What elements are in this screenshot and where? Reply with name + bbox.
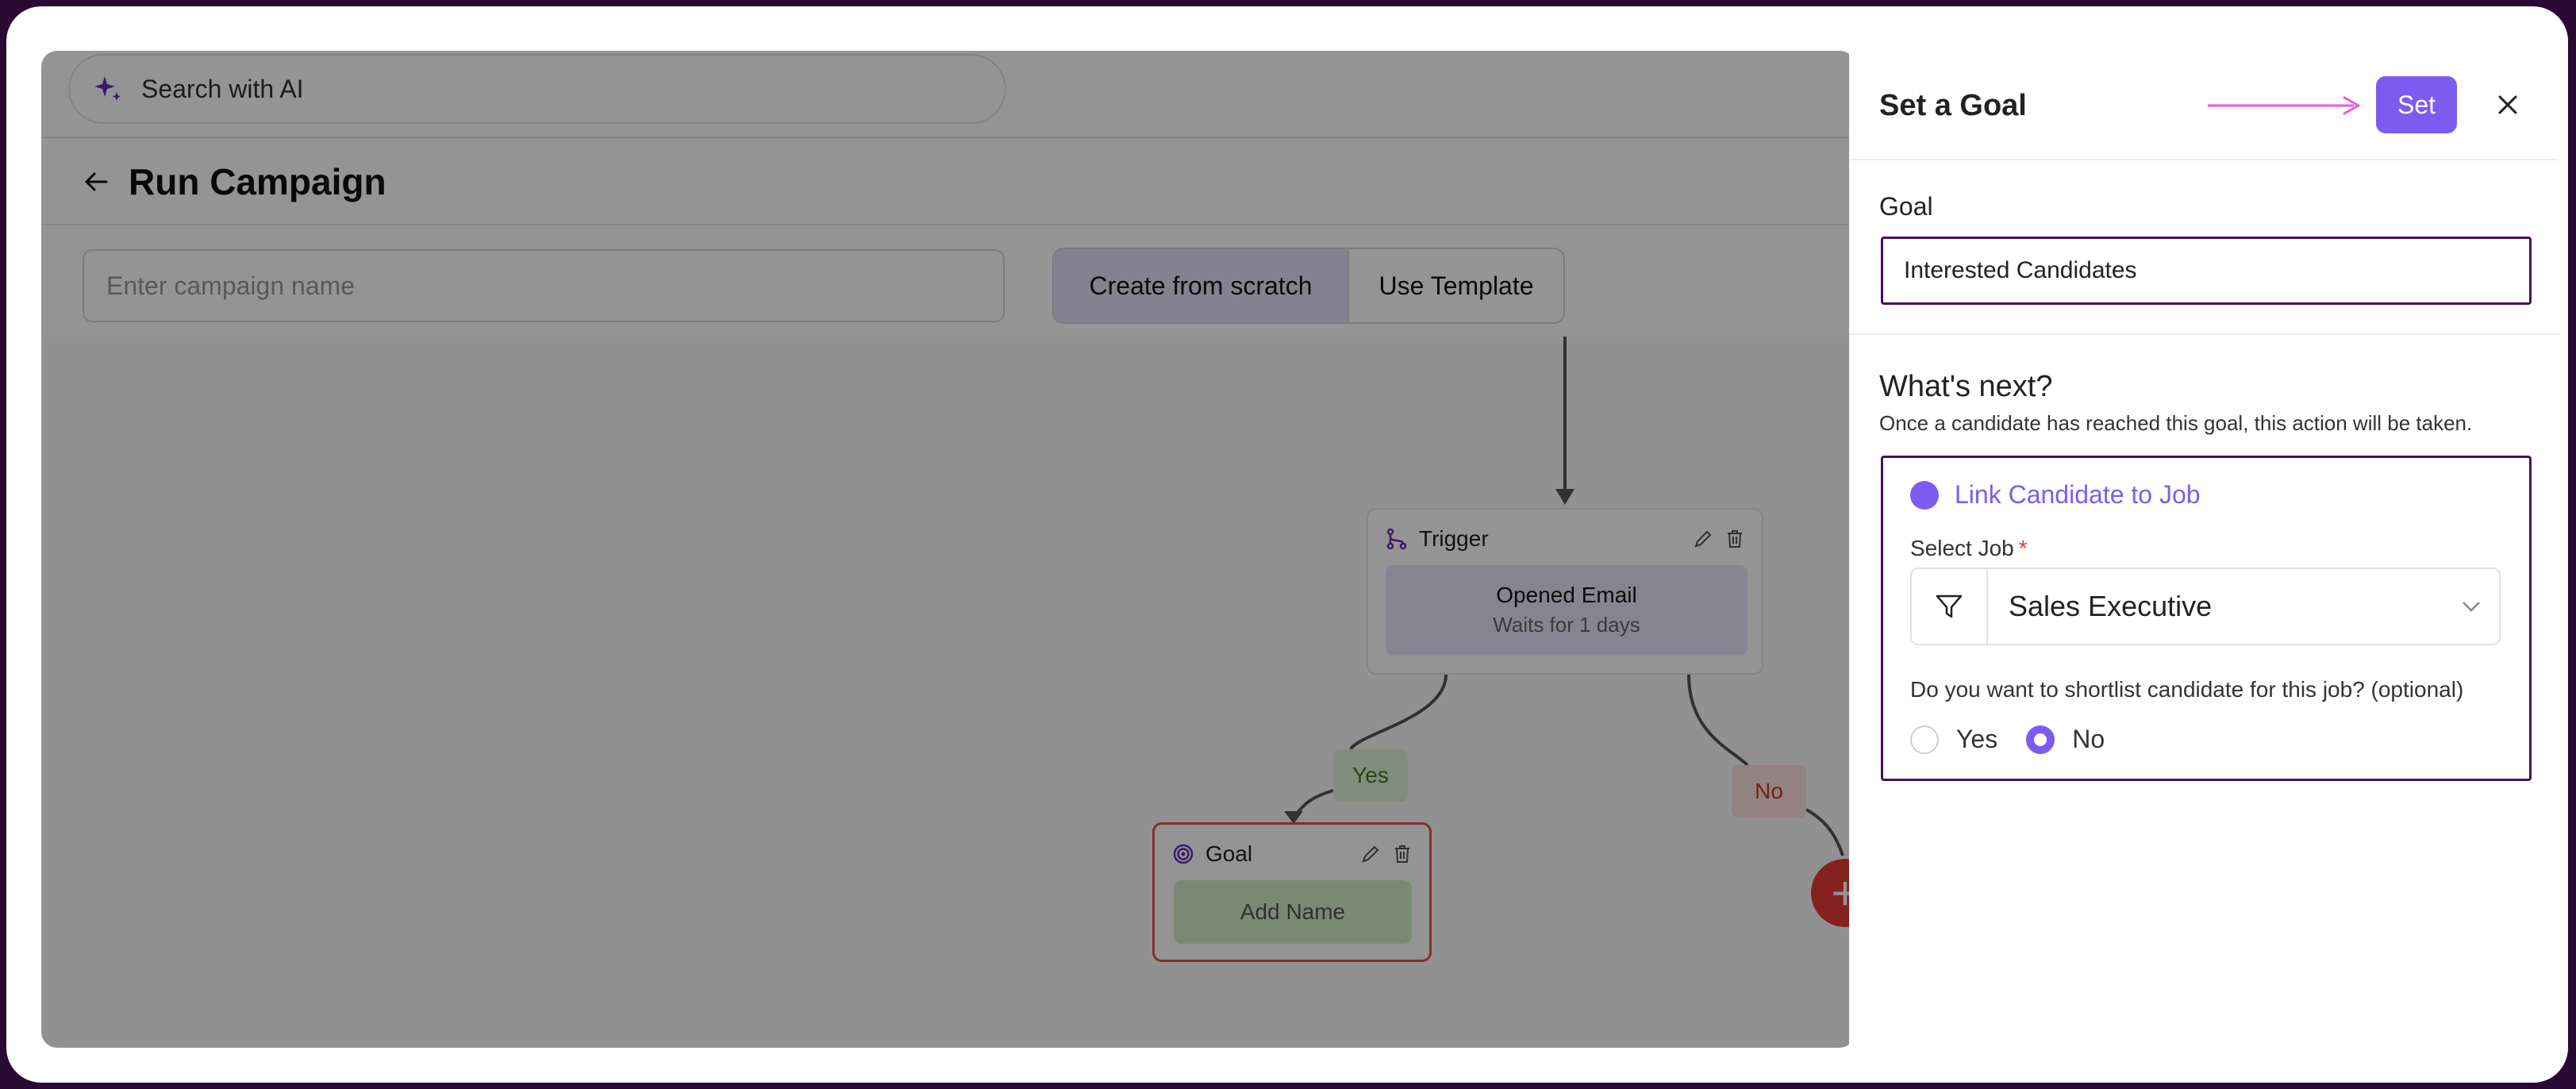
set-goal-panel: Set a Goal Set Goal What's next? Once a … xyxy=(1849,51,2559,1083)
job-filter-button[interactable] xyxy=(1912,569,1988,644)
link-candidate-label: Link Candidate to Job xyxy=(1955,480,2201,509)
next-action-box: Link Candidate to Job Select Job * Sales … xyxy=(1881,456,2532,781)
shortlist-no-label: No xyxy=(2072,725,2105,753)
panel-divider xyxy=(1849,333,2559,335)
annotation-arrow-icon xyxy=(2208,96,2360,115)
required-mark: * xyxy=(2018,536,2028,560)
shortlist-yes-option[interactable]: Yes xyxy=(1910,725,1997,754)
close-button[interactable] xyxy=(2490,87,2525,122)
window-frame: Search with AI Run Campaign Create from … xyxy=(6,6,2568,1083)
selected-option-indicator xyxy=(1910,480,1939,510)
select-job-text: Select Job xyxy=(1910,536,2014,560)
shortlist-no-option[interactable]: No xyxy=(2026,725,2105,754)
job-dropdown-toggle[interactable] xyxy=(2443,569,2499,644)
goal-name-input[interactable] xyxy=(1881,237,2532,305)
selected-job-value: Sales Executive xyxy=(2009,590,2213,622)
goal-label: Goal xyxy=(1879,192,1933,221)
filter-icon xyxy=(1936,595,1963,618)
whats-next-title: What's next? xyxy=(1879,370,2053,403)
link-candidate-option[interactable]: Link Candidate to Job xyxy=(1910,480,2201,510)
shortlist-question: Do you want to shortlist candidate for t… xyxy=(1910,677,2464,702)
modal-backdrop[interactable] xyxy=(41,51,1855,1048)
chevron-down-icon xyxy=(2463,602,2480,612)
close-icon xyxy=(2498,95,2517,114)
campaign-app: Search with AI Run Campaign Create from … xyxy=(41,51,1855,1048)
shortlist-no-radio[interactable] xyxy=(2026,725,2055,754)
shortlist-yes-label: Yes xyxy=(1956,725,1998,753)
panel-title: Set a Goal xyxy=(1879,89,2027,122)
job-select[interactable]: Sales Executive xyxy=(1910,568,2501,645)
shortlist-yes-radio[interactable] xyxy=(1910,725,1939,754)
shortlist-radio-group: Yes No xyxy=(1910,725,2133,754)
select-job-label: Select Job * xyxy=(1910,536,2028,561)
set-button[interactable]: Set xyxy=(2376,76,2457,133)
panel-header: Set a Goal Set xyxy=(1849,51,2559,160)
whats-next-description: Once a candidate has reached this goal, … xyxy=(1879,411,2473,435)
